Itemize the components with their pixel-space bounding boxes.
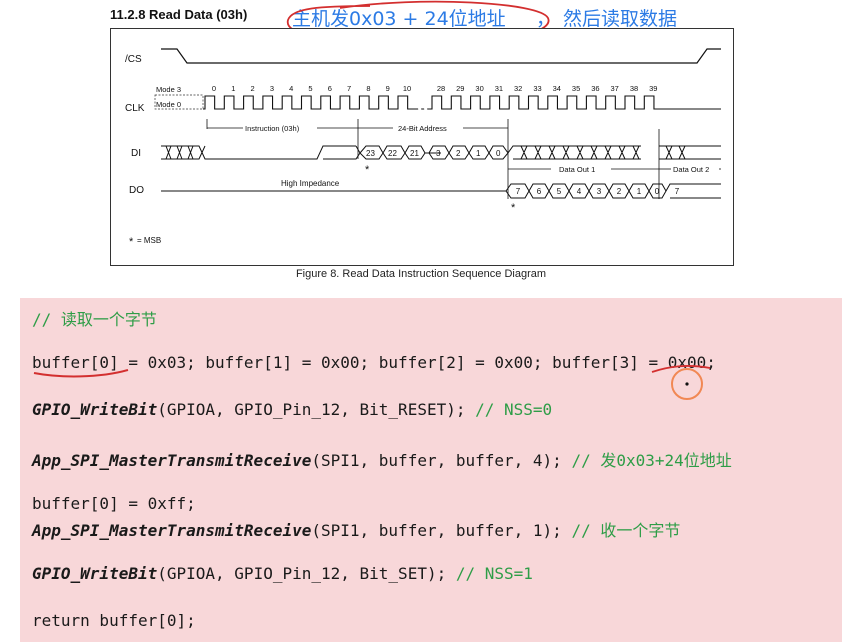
- instruction-label: Instruction (03h): [245, 124, 300, 133]
- do-bit: 5: [557, 187, 562, 196]
- clock-number: 6: [328, 84, 332, 93]
- cs-waveform: [161, 48, 721, 64]
- clock-number: 10: [403, 84, 411, 93]
- red-underline-annotations: [33, 365, 711, 400]
- signal-label-cs: /CS: [125, 54, 142, 65]
- code-comment: // 收一个字节: [571, 521, 681, 540]
- clk-waveform: [203, 88, 721, 120]
- address-label: 24-Bit Address: [398, 124, 447, 133]
- clock-number: 9: [386, 84, 390, 93]
- code-buffer-ff: buffer[0] = 0xff;: [32, 494, 196, 513]
- di-bit-23: 23: [366, 149, 375, 158]
- code-spi-send: App_SPI_MasterTransmitReceive(SPI1, buff…: [32, 447, 732, 471]
- signal-label-do: DO: [129, 185, 144, 196]
- clock-number: 36: [591, 84, 599, 93]
- di-bit-22: 22: [388, 149, 397, 158]
- msb-legend-label: = MSB: [137, 236, 161, 245]
- di-bit-2: 2: [456, 149, 461, 158]
- clock-number: 31: [495, 84, 503, 93]
- clock-numbers-left: 0 1 2 3 4 5 6 7 8 9 10: [212, 84, 411, 93]
- msb-star-di: *: [365, 164, 370, 176]
- code-args: (GPIOA, GPIO_Pin_12, Bit_SET);: [157, 564, 456, 583]
- code-fn-gpio-writebit: GPIO_WriteBit: [32, 564, 158, 583]
- code-block: // 读取一个字节 buffer[0] = 0x03; buffer[1] = …: [20, 298, 842, 642]
- msb-star-do: *: [511, 202, 516, 214]
- datasheet-section: 11.2.8 Read Data (03h) 主机发0x03 + 24位地址 ，…: [0, 0, 842, 290]
- clock-numbers-right: 28 29 30 31 32 33 34 35 36 37 38 39: [437, 84, 658, 93]
- mode0-label: Mode 0: [156, 100, 181, 109]
- clock-number: 4: [289, 84, 293, 93]
- di-bit-21: 21: [410, 149, 419, 158]
- code-return: return buffer[0];: [32, 611, 196, 630]
- clock-number: 33: [533, 84, 541, 93]
- clock-number: 1: [231, 84, 235, 93]
- timing-diagram-svg: /CS CLK DI DO Mode 3 Mode 0 0 1 2 3 4 5 6 7 8 9 10…: [125, 48, 721, 248]
- code-spi-receive: App_SPI_MasterTransmitReceive(SPI1, buff…: [32, 517, 680, 541]
- clock-number: 34: [553, 84, 561, 93]
- di-bit-1: 1: [476, 149, 481, 158]
- do-bit: 7: [675, 187, 680, 196]
- clock-number: 29: [456, 84, 464, 93]
- clock-number: 3: [270, 84, 274, 93]
- code-gpio-set: GPIO_WriteBit(GPIOA, GPIO_Pin_12, Bit_SE…: [32, 564, 533, 583]
- mode3-label: Mode 3: [156, 85, 181, 94]
- section-title: 11.2.8 Read Data (03h): [110, 7, 248, 22]
- high-impedance-label: High Impedance: [281, 179, 340, 188]
- clock-number: 28: [437, 84, 445, 93]
- code-args: (SPI1, buffer, buffer, 4);: [311, 451, 572, 470]
- clock-number: 35: [572, 84, 580, 93]
- do-bit: 1: [637, 187, 642, 196]
- clock-number: 5: [308, 84, 312, 93]
- code-comment: // 发0x03+24位地址: [571, 451, 732, 470]
- clock-number: 8: [366, 84, 370, 93]
- do-bit: 4: [577, 187, 582, 196]
- timing-diagram: /CS CLK DI DO Mode 3 Mode 0 0 1 2 3 4 5 6 7 8 9 10…: [110, 28, 734, 266]
- clock-number: 38: [630, 84, 638, 93]
- code-fn-spi: App_SPI_MasterTransmitReceive: [32, 451, 312, 470]
- do-bit: 2: [617, 187, 622, 196]
- di-bit-0: 0: [496, 149, 501, 158]
- msb-legend-star: *: [129, 236, 134, 248]
- do-bit: 6: [537, 187, 542, 196]
- code-comment: // NSS=1: [455, 564, 533, 583]
- clk-pulse-train: [203, 95, 721, 110]
- do-bit: 3: [597, 187, 602, 196]
- figure-caption: Figure 8. Read Data Instruction Sequence…: [295, 268, 547, 280]
- annotation-tail: 然后读取数据: [563, 8, 678, 30]
- signal-label-clk: CLK: [125, 103, 145, 114]
- clk-break-marker: [415, 88, 429, 120]
- clock-number: 7: [347, 84, 351, 93]
- code-fn-spi: App_SPI_MasterTransmitReceive: [32, 521, 312, 540]
- do-bit: 7: [516, 187, 521, 196]
- data-out-2-label: Data Out 2: [673, 165, 709, 174]
- do-bits: 7 6 5 4 3 2 1 0 7: [516, 187, 680, 196]
- signal-label-di: DI: [131, 148, 141, 159]
- clock-number: 0: [212, 84, 216, 93]
- di-waveform: [161, 145, 721, 160]
- do-bit: 0: [655, 187, 660, 196]
- code-args: (SPI1, buffer, buffer, 1);: [311, 521, 572, 540]
- data-out-1-label: Data Out 1: [559, 165, 595, 174]
- clock-number: 32: [514, 84, 522, 93]
- clock-number: 37: [611, 84, 619, 93]
- clock-number: 2: [251, 84, 255, 93]
- di-bit-3: 3: [436, 149, 441, 158]
- clock-number: 30: [475, 84, 483, 93]
- clock-number: 39: [649, 84, 657, 93]
